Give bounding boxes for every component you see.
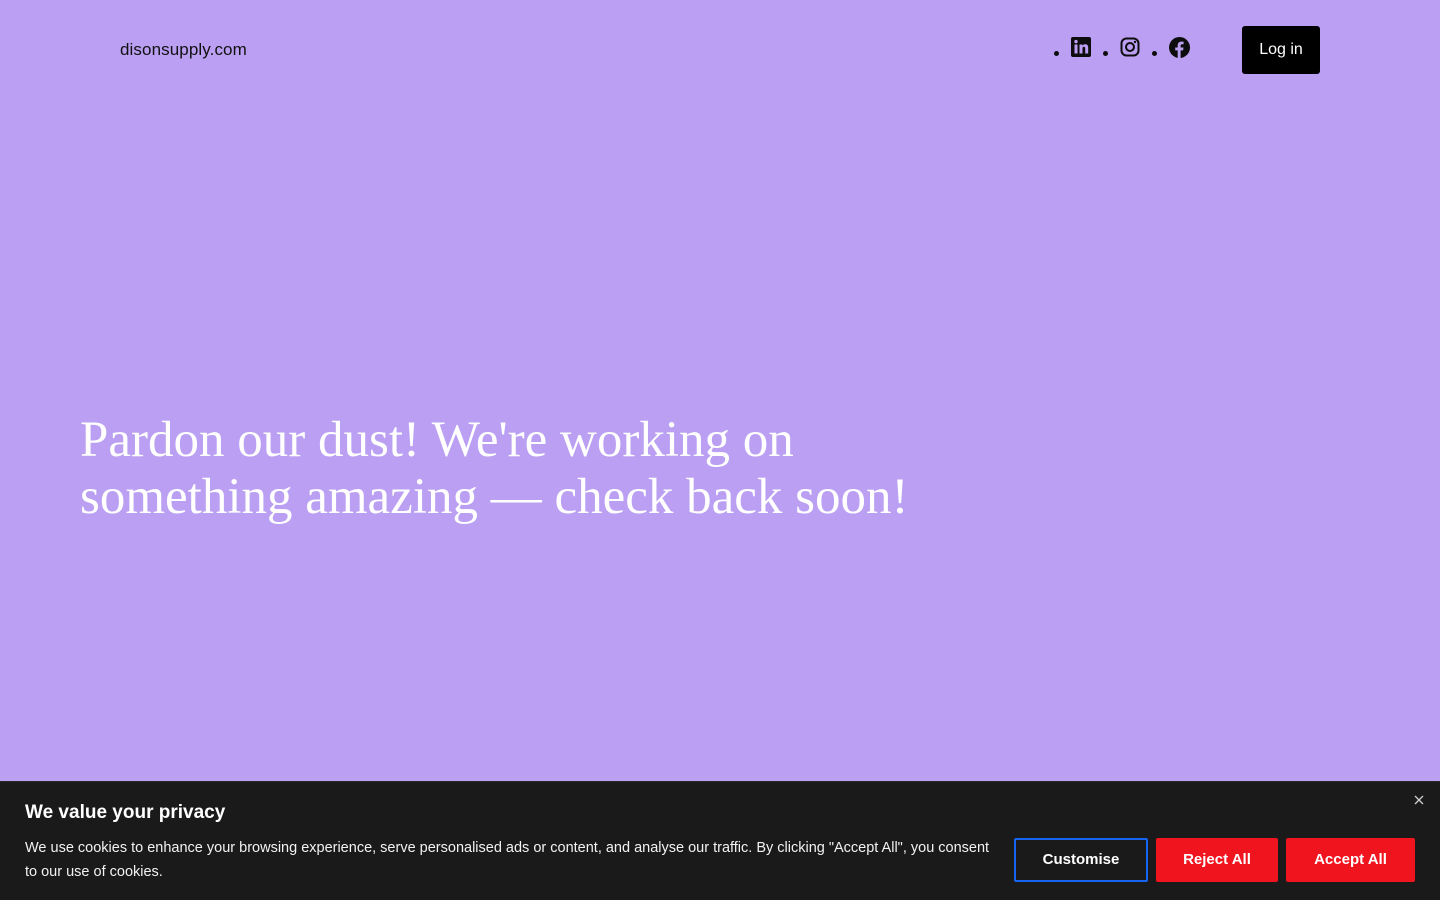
separator-dot <box>1152 50 1157 56</box>
hero-headline: Pardon our dust! We're working on someth… <box>80 412 909 525</box>
customise-button[interactable]: Customise <box>1014 838 1148 882</box>
separator-dot <box>1103 50 1108 56</box>
facebook-icon[interactable] <box>1168 36 1190 58</box>
login-button[interactable]: Log in <box>1242 26 1320 74</box>
cookie-banner-title: We value your privacy <box>25 802 226 823</box>
linkedin-icon[interactable] <box>1070 36 1092 58</box>
accept-all-button[interactable]: Accept All <box>1286 838 1415 882</box>
reject-all-button[interactable]: Reject All <box>1156 838 1278 882</box>
site-name-link[interactable]: disonsupply.com <box>120 40 247 60</box>
instagram-icon[interactable] <box>1119 36 1141 58</box>
separator-dot <box>1054 50 1059 56</box>
cookie-banner: We value your privacy We use cookies to … <box>0 781 1440 900</box>
close-icon[interactable] <box>1410 791 1428 809</box>
cookie-banner-text: We use cookies to enhance your browsing … <box>25 840 990 880</box>
site-header: disonsupply.com Log in <box>0 0 1440 100</box>
social-links <box>1054 36 1201 58</box>
